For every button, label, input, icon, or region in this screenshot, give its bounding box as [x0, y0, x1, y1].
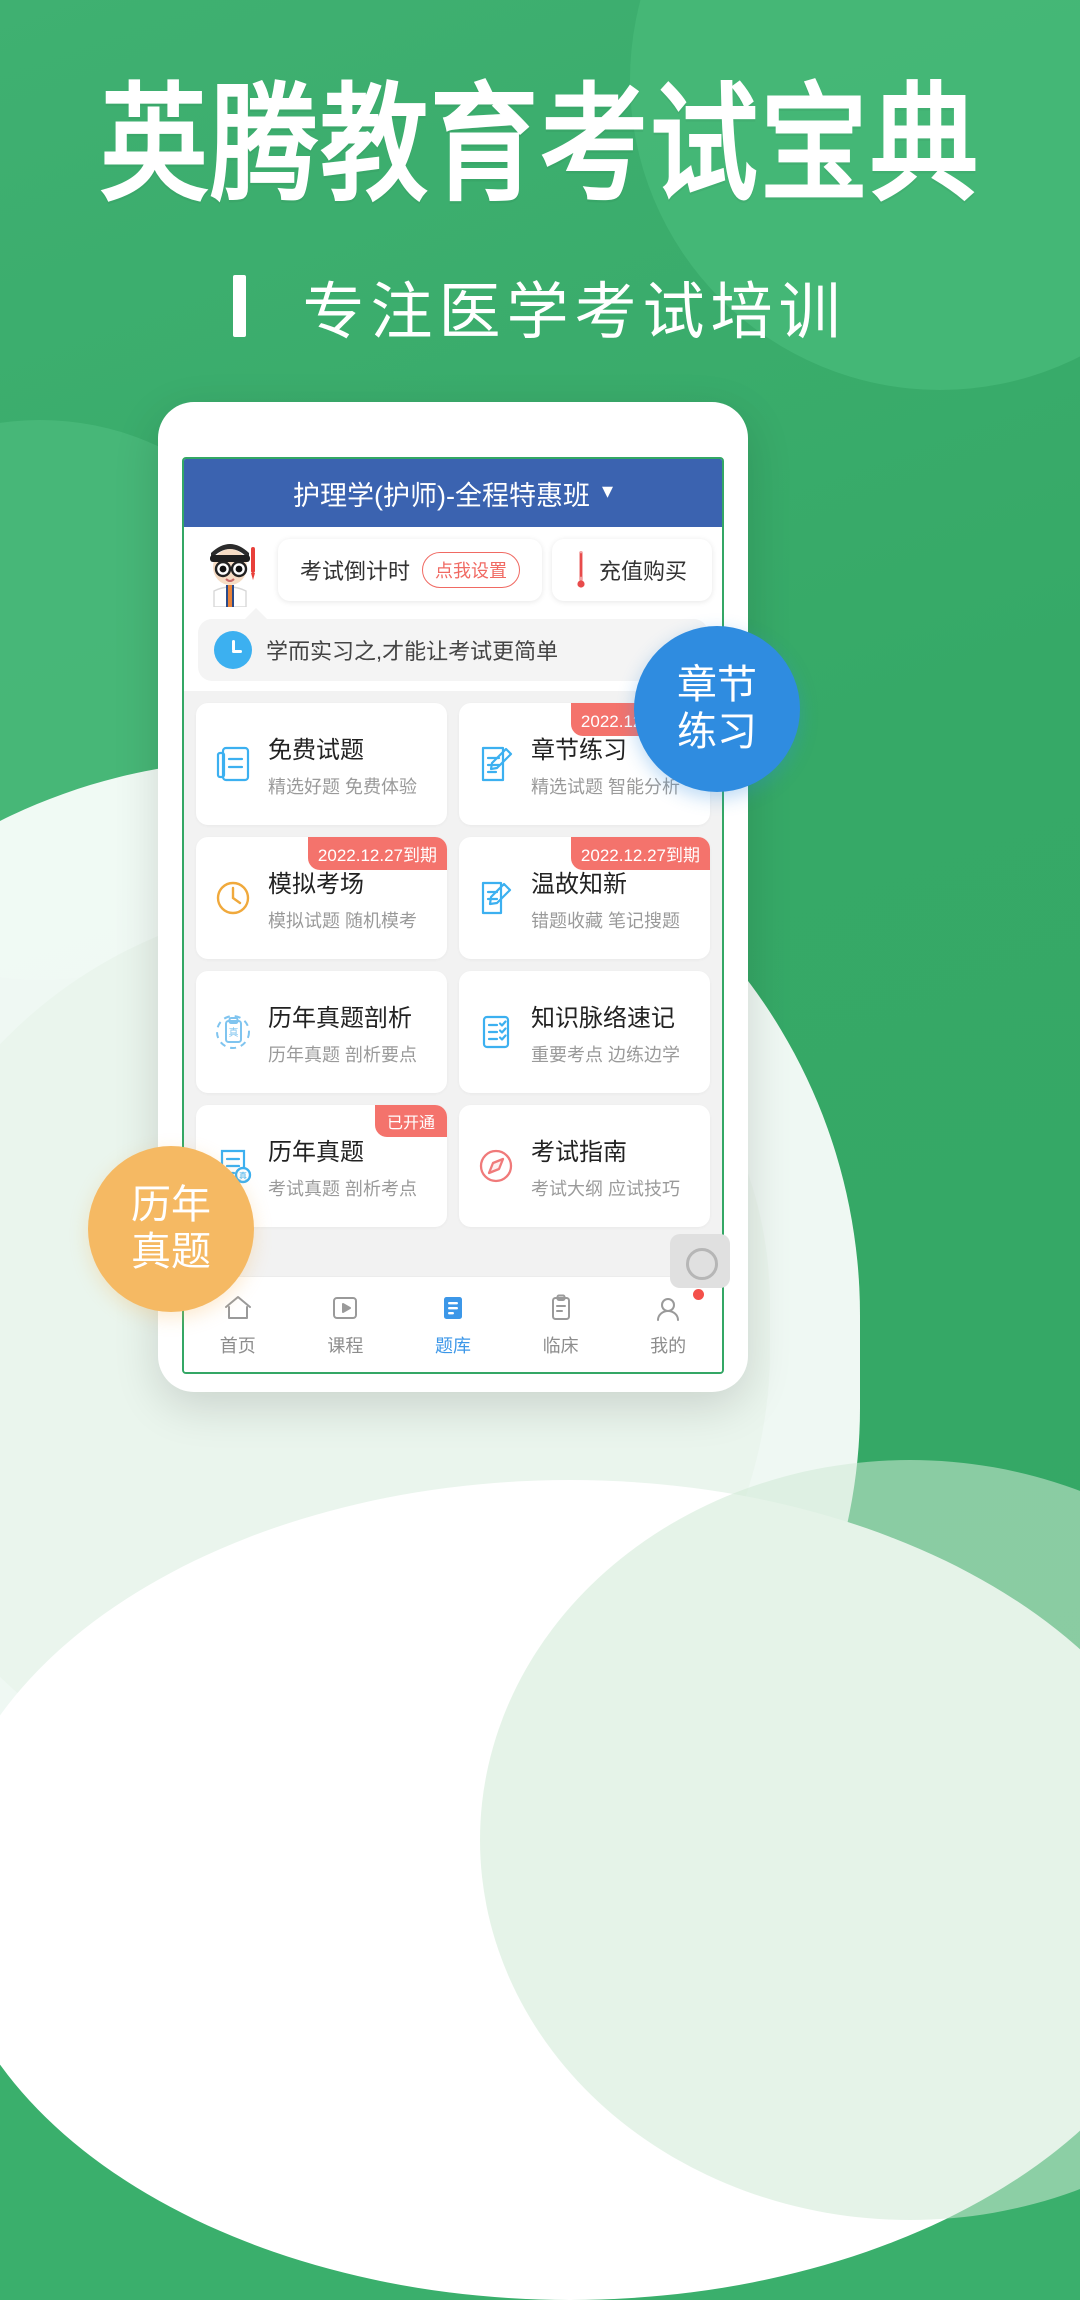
set-countdown-button[interactable]: 点我设置 — [422, 552, 520, 588]
notice-text: 学而实习之,才能让考试更简单 — [266, 639, 559, 664]
phone-screen: 护理学(护师)-全程特惠班 ▾ 考试倒计时 点我设置 充值购买 学而实习之,才能… — [182, 457, 724, 1374]
clipboard-circle-icon: 真 — [210, 1009, 256, 1055]
card-title: 免费试题 — [268, 736, 364, 764]
compass-icon — [473, 1143, 519, 1189]
tab-临床[interactable]: 临床 — [507, 1291, 615, 1358]
svg-text:真: 真 — [229, 1026, 239, 1039]
feature-card[interactable]: 2022.12.27到期 模拟考场 模拟试题 随机模考 — [196, 837, 447, 959]
tab-题库[interactable]: 题库 — [399, 1291, 507, 1358]
recharge-buy-button[interactable]: 充值购买 — [552, 539, 712, 601]
feature-card[interactable]: 免费试题精选好题 免费体验 — [196, 703, 447, 825]
note-edit-icon — [473, 875, 519, 921]
countdown-pill[interactable]: 考试倒计时 点我设置 — [278, 539, 542, 601]
clock-outline-icon — [210, 875, 256, 921]
checklist-icon — [473, 1009, 519, 1055]
hero-section: 英腾教育考试宝典 专注医学考试培训 — [0, 77, 1080, 351]
feature-card[interactable]: 2022.12.27到期 温故知新 错题收藏 笔记搜题 — [459, 837, 710, 959]
card-title: 知识脉络速记 — [531, 1004, 675, 1032]
card-subtitle: 历年真题 剖析要点 — [268, 1044, 418, 1065]
card-tag: 2022.12.27到期 — [307, 837, 447, 870]
notice-banner[interactable]: 学而实习之,才能让考试更简单 — [198, 608, 708, 681]
feature-grid-area: 免费试题精选好题 免费体验2022.12.27到期章节练习精选试题 智能分析20… — [184, 691, 722, 1276]
callout-bubble-past-papers: 历年 真题 — [88, 1146, 254, 1312]
avatar — [194, 533, 268, 608]
tab-label: 临床 — [542, 1336, 579, 1356]
bubble-line-2: 练习 — [677, 710, 757, 754]
chevron-down-icon[interactable]: ▾ — [602, 478, 613, 504]
bubble-line-1: 历年 — [131, 1182, 211, 1227]
clock-icon — [214, 631, 252, 669]
user-circle-icon — [651, 1291, 685, 1325]
app-header[interactable]: 护理学(护师)-全程特惠班 ▾ — [184, 459, 722, 527]
document-lines-icon — [210, 741, 256, 787]
app-header-title: 护理学(护师)-全程特惠班 — [292, 480, 590, 511]
note-pencil-icon — [473, 741, 519, 787]
tab-label: 课程 — [327, 1336, 364, 1356]
hero-subtitle: 专注医学考试培训 — [302, 277, 847, 347]
bottom-tabbar: 首页 课程 题库 临床 我的 — [184, 1276, 722, 1372]
bubble-line-1: 章节 — [677, 662, 757, 707]
card-subtitle: 错题收藏 笔记搜题 — [531, 910, 681, 931]
hero-accent-bar — [233, 274, 247, 337]
question-bank-icon — [436, 1291, 470, 1325]
card-subtitle: 考试真题 剖析考点 — [268, 1178, 418, 1199]
card-subtitle: 重要考点 边练边学 — [531, 1044, 681, 1065]
play-box-icon — [328, 1291, 362, 1325]
clinic-board-icon — [544, 1291, 578, 1325]
tab-我的[interactable]: 我的 — [614, 1289, 722, 1358]
floating-scroll-top-button[interactable] — [670, 1234, 730, 1288]
tab-label: 首页 — [219, 1336, 256, 1356]
card-subtitle: 精选好题 免费体验 — [268, 776, 418, 797]
svg-text:真: 真 — [239, 1171, 247, 1181]
thermometer-icon — [577, 550, 585, 590]
feature-grid: 免费试题精选好题 免费体验2022.12.27到期章节练习精选试题 智能分析20… — [196, 703, 710, 1227]
card-subtitle: 模拟试题 随机模考 — [268, 910, 418, 931]
home-icon — [221, 1291, 255, 1325]
callout-bubble-chapter-practice: 章节 练习 — [634, 626, 800, 792]
tab-课程[interactable]: 课程 — [292, 1291, 400, 1358]
recharge-buy-label: 充值购买 — [598, 559, 687, 584]
feature-card[interactable]: 考试指南考试大纲 应试技巧 — [459, 1105, 710, 1227]
feature-card[interactable]: 知识脉络速记重要考点 边练边学 — [459, 971, 710, 1093]
card-title: 考试指南 — [531, 1138, 627, 1166]
countdown-row: 考试倒计时 点我设置 充值购买 — [184, 527, 722, 613]
feature-card[interactable]: 真 历年真题剖析历年真题 剖析要点 — [196, 971, 447, 1093]
card-tag: 2022.12.27到期 — [570, 837, 710, 870]
card-title: 历年真题剖析 — [268, 1004, 412, 1032]
bubble-line-2: 真题 — [131, 1230, 211, 1274]
card-subtitle: 精选试题 智能分析 — [531, 776, 681, 797]
card-tag: 已开通 — [374, 1105, 447, 1137]
notification-dot — [692, 1289, 704, 1300]
card-subtitle: 考试大纲 应试技巧 — [531, 1178, 681, 1199]
tab-label: 我的 — [650, 1336, 687, 1356]
hero-subtitle-row: 专注医学考试培训 — [0, 261, 1080, 351]
hero-title: 英腾教育考试宝典 — [99, 71, 980, 220]
tab-label: 题库 — [434, 1336, 471, 1356]
countdown-label: 考试倒计时 — [299, 559, 410, 584]
